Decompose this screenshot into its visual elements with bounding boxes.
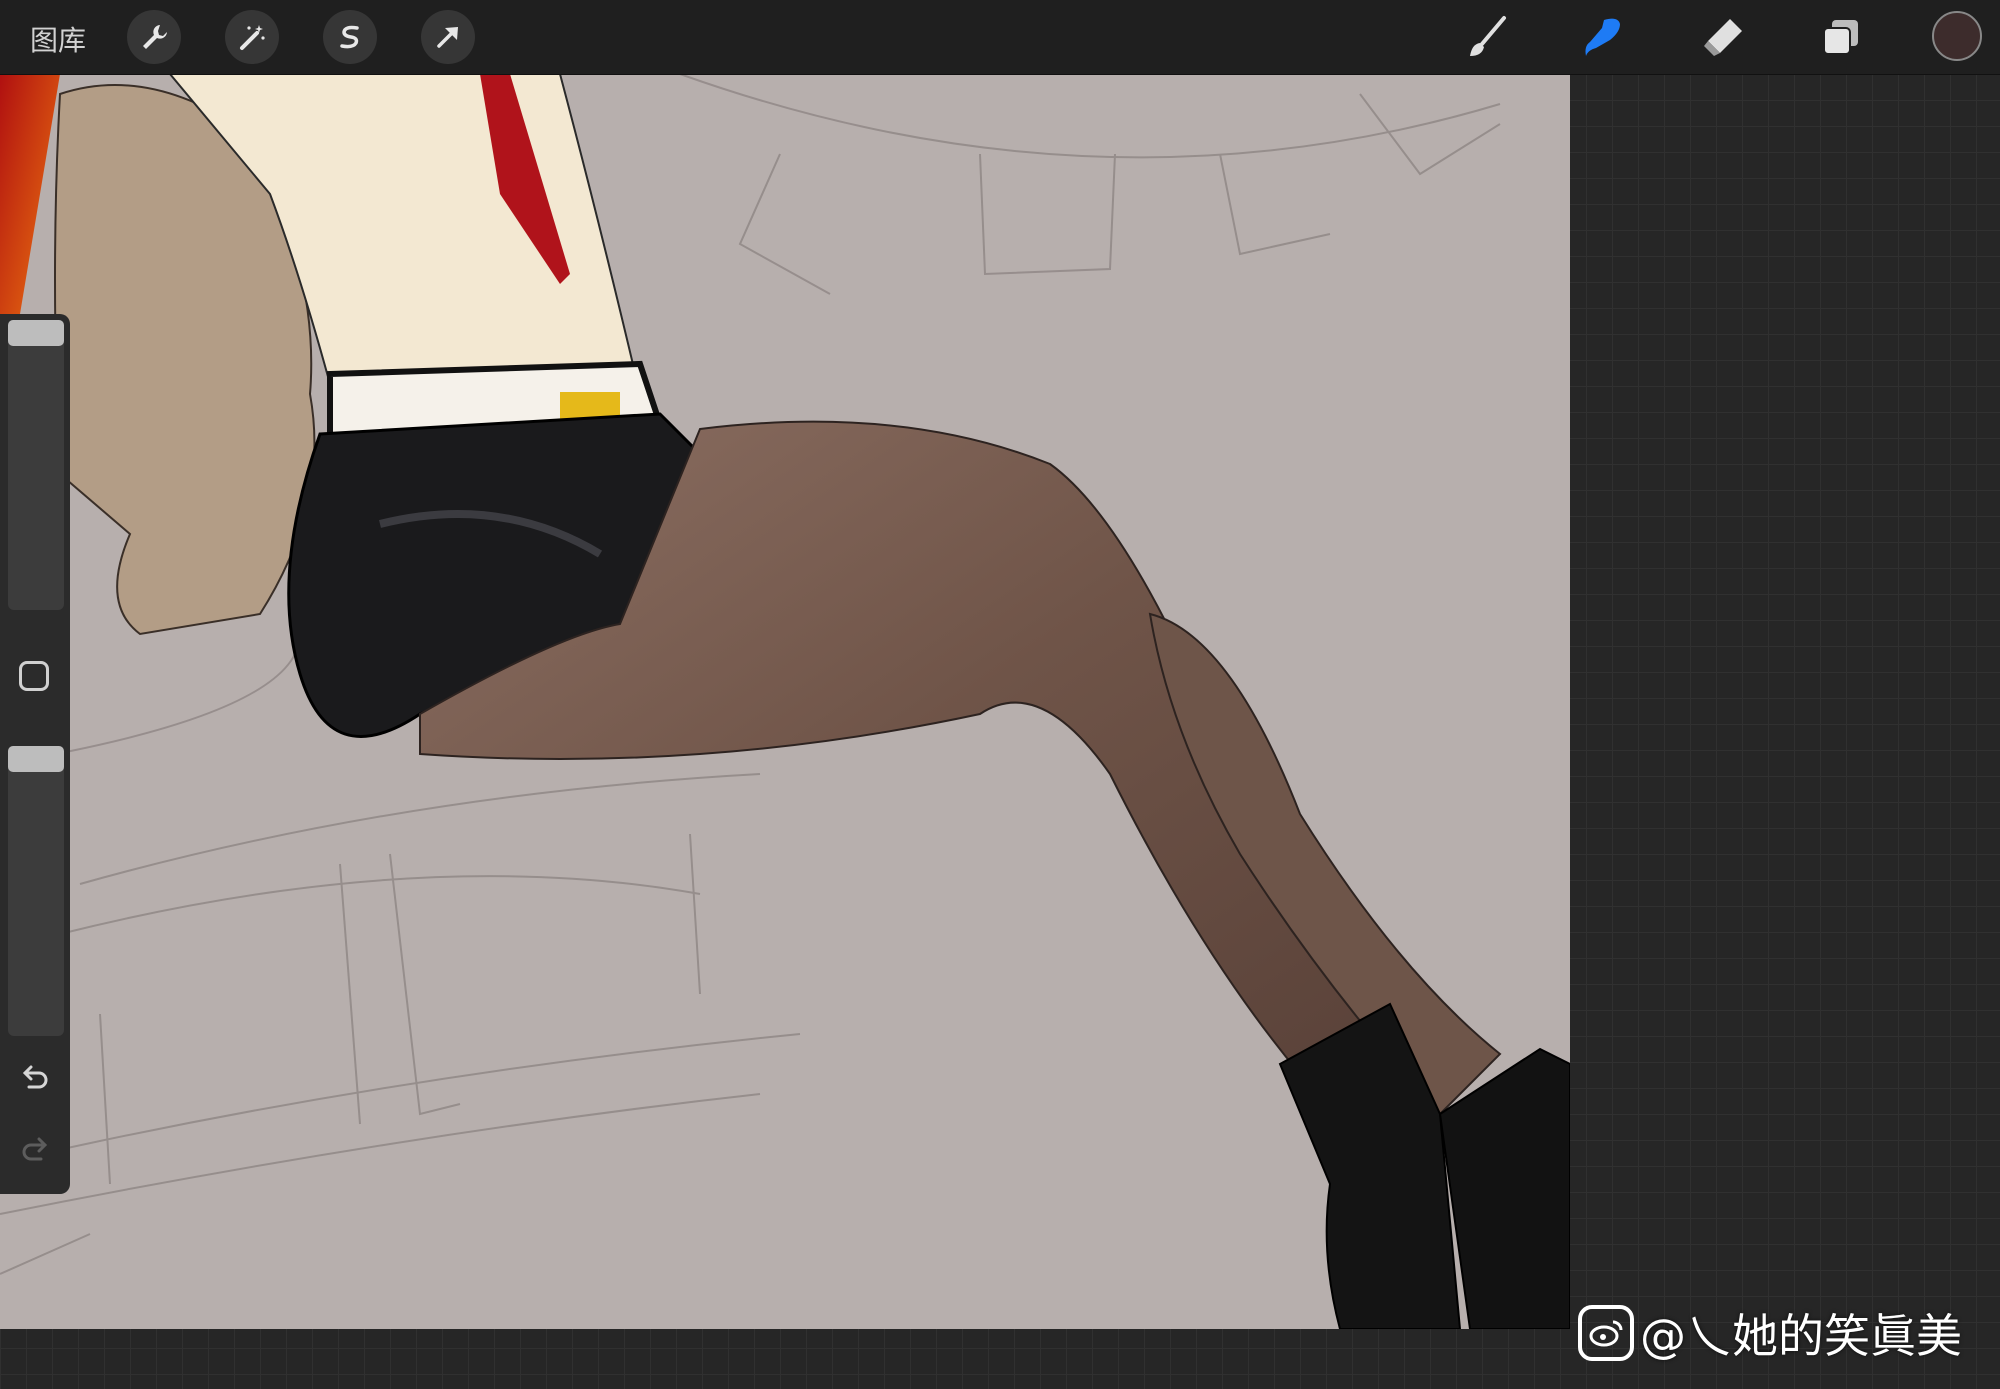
eraser-icon <box>1704 19 1742 56</box>
adjustments-button[interactable] <box>225 10 279 64</box>
redo-button[interactable] <box>14 1128 56 1170</box>
smudge-tool[interactable] <box>1576 10 1630 64</box>
color-picker-button[interactable] <box>1932 11 1982 61</box>
smudge-icon <box>1585 18 1620 57</box>
opacity-thumb[interactable] <box>8 746 64 772</box>
layers-tool[interactable] <box>1814 10 1868 64</box>
opacity-slider[interactable] <box>8 746 64 1036</box>
layers-icon <box>1823 20 1858 55</box>
selection-s-icon <box>340 25 359 49</box>
transform-button[interactable] <box>421 10 475 64</box>
modify-button[interactable] <box>19 661 49 691</box>
drawing-canvas[interactable] <box>0 74 1570 1329</box>
eraser-tool[interactable] <box>1696 10 1750 64</box>
wrench-icon <box>143 25 167 49</box>
gallery-button[interactable]: 图库 <box>30 19 86 59</box>
artwork <box>0 74 1570 1329</box>
watermark-text: @乀她的笑眞美 <box>1640 1309 1962 1363</box>
brush-size-slider[interactable] <box>8 320 64 610</box>
weibo-logo-icon <box>1578 1305 1634 1361</box>
watermark: @乀她的笑眞美 <box>1578 1300 1962 1366</box>
left-sidebar <box>0 314 70 1194</box>
actions-wrench-button[interactable] <box>127 10 181 64</box>
undo-button[interactable] <box>14 1056 56 1098</box>
brush-size-thumb[interactable] <box>8 320 64 346</box>
redo-icon <box>22 1137 48 1161</box>
undo-icon <box>22 1065 48 1089</box>
top-toolbar: 图库 <box>0 0 2000 74</box>
brush-tool[interactable] <box>1460 10 1514 64</box>
transform-arrow-icon <box>437 27 458 48</box>
magic-wand-icon <box>240 25 265 50</box>
selection-button[interactable] <box>323 10 377 64</box>
brush-icon <box>1470 16 1506 56</box>
